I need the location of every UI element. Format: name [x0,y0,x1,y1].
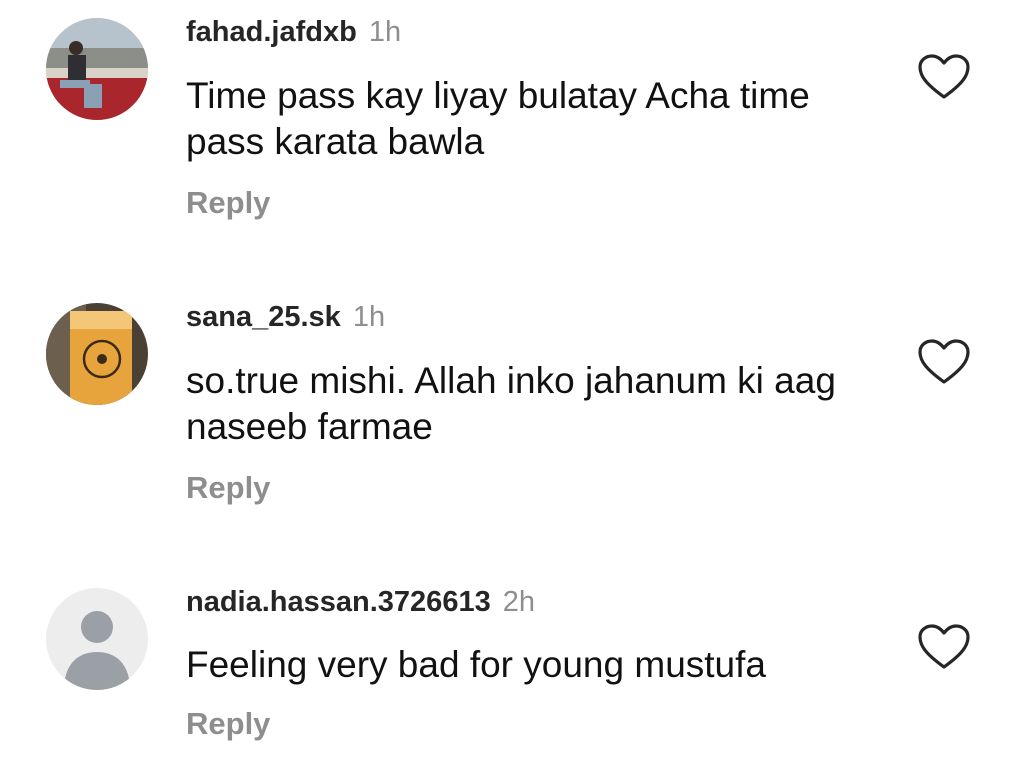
comment-text: so.true mishi. Allah inko jahanum ki aag… [186,360,836,447]
comment-item: nadia.hassan.3726613 2h Feeling very bad … [0,570,1024,768]
username[interactable]: nadia.hassan.3726613 [186,586,491,618]
comment-item: fahad.jafdxb 1h Time pass kay liyay bulat… [0,0,1024,270]
timestamp: 1h [368,16,402,48]
comment-header: nadia.hassan.3726613 2h [186,586,535,619]
comment-header: fahad.jafdxb 1h [186,16,401,49]
reply-button[interactable]: Reply [186,185,270,221]
heart-outline-icon[interactable] [916,622,972,672]
heart-outline-icon[interactable] [916,337,972,387]
avatar[interactable] [46,303,148,405]
avatar[interactable] [46,18,148,120]
reply-button[interactable]: Reply [186,470,270,506]
avatar[interactable] [46,588,148,690]
timestamp: 1h [352,301,386,333]
username[interactable]: sana_25.sk [186,301,341,333]
comment-header: sana_25.sk 1h [186,301,385,334]
profile-photo [46,303,148,405]
profile-photo [46,18,148,120]
default-avatar-icon [46,588,148,690]
comment-text: Feeling very bad for young mustufa [186,644,766,685]
comment-item: sana_25.sk 1h so.true mishi. Allah inko j… [0,285,1024,555]
comment-text: Time pass kay liyay bulatay Acha time pa… [186,75,810,162]
timestamp: 2h [502,586,535,618]
heart-outline-icon[interactable] [916,52,972,102]
username[interactable]: fahad.jafdxb [186,16,357,48]
reply-button[interactable]: Reply [186,706,270,742]
